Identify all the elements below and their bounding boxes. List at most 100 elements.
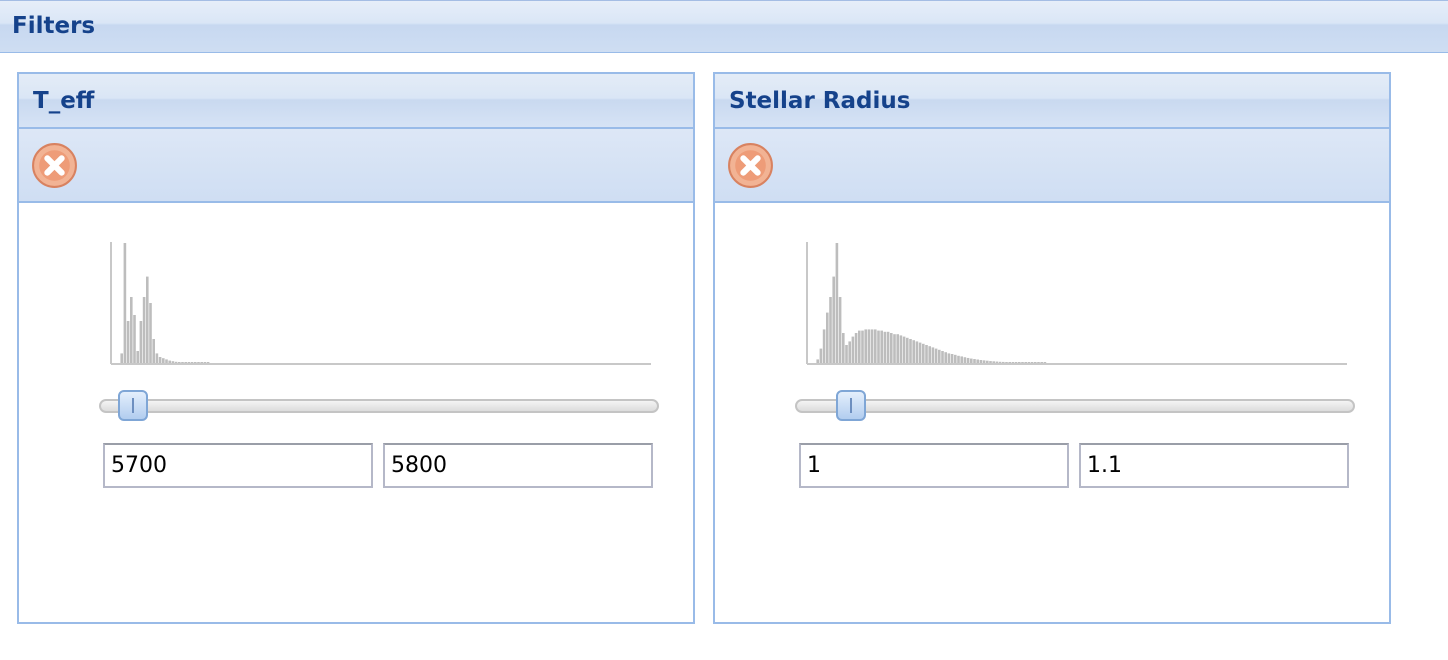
histogram-bar — [838, 297, 842, 363]
histogram-bar — [922, 343, 925, 363]
histogram-bar — [848, 341, 851, 363]
histogram-bar — [912, 340, 915, 363]
histogram-bar — [915, 341, 919, 363]
histogram-bar — [925, 345, 928, 363]
histogram-bar — [181, 362, 184, 363]
histogram-bar — [867, 329, 871, 363]
histogram-bar — [883, 331, 887, 363]
remove-circle-x-icon[interactable] — [30, 141, 79, 190]
histogram-bar — [819, 348, 823, 363]
histogram-bar — [864, 329, 867, 363]
histogram-chart — [110, 242, 651, 365]
max-value-input[interactable] — [383, 443, 653, 488]
histogram-bar — [816, 359, 819, 363]
histogram-bar — [995, 361, 999, 363]
histogram-bar — [899, 335, 903, 363]
histogram-bar — [1005, 362, 1008, 363]
histogram-bar — [880, 330, 883, 363]
histogram-bar — [918, 342, 922, 363]
histogram-bar — [960, 356, 963, 363]
histogram-bar — [902, 336, 906, 363]
histogram-bar — [832, 276, 835, 363]
histogram-bar — [870, 329, 874, 363]
range-slider-thumb[interactable] — [836, 390, 866, 421]
histogram-bar — [206, 362, 210, 363]
histogram-bar — [854, 333, 858, 363]
histogram-bar — [973, 359, 976, 363]
histogram-bar — [963, 357, 967, 363]
histogram-bar — [1024, 362, 1027, 363]
histogram-bar — [909, 339, 912, 363]
panel-header: T_eff — [19, 74, 693, 129]
histogram-bar — [861, 330, 864, 363]
histogram-bar — [950, 354, 954, 363]
histogram-bar — [133, 315, 136, 363]
filters-title: Filters — [12, 13, 96, 39]
histogram-bar — [822, 329, 826, 363]
histogram-bar — [1037, 362, 1040, 363]
panel-header: Stellar Radius — [715, 74, 1389, 129]
histogram-bar — [139, 321, 143, 363]
histogram-bar — [970, 358, 973, 363]
histogram-bar — [165, 359, 168, 363]
max-value-input[interactable] — [1079, 443, 1349, 488]
histogram-bar — [162, 358, 165, 363]
range-slider-thumb[interactable] — [117, 390, 148, 421]
histogram-bar — [829, 297, 832, 363]
range-slider-track[interactable] — [99, 399, 659, 413]
histogram-bar — [158, 357, 162, 363]
histogram-bar — [142, 297, 146, 363]
histogram-bar — [1018, 362, 1021, 363]
histogram-bar — [992, 361, 995, 363]
min-value-input[interactable] — [799, 443, 1069, 488]
histogram-bar — [194, 362, 197, 363]
histogram-bar — [1043, 362, 1047, 363]
histogram-bar — [928, 346, 931, 363]
histogram-bar — [190, 362, 194, 363]
histogram-bar — [1014, 362, 1018, 363]
histogram-bar — [998, 361, 1002, 363]
histogram-bars — [120, 243, 210, 363]
histogram-bar — [989, 361, 992, 363]
histogram-bar — [1011, 362, 1015, 363]
histogram-bar — [178, 362, 181, 363]
histogram-bar — [906, 337, 909, 363]
histogram-bar — [1027, 362, 1031, 363]
histogram-bar — [1008, 362, 1011, 363]
filter-panel-teff: T_eff — [17, 72, 695, 624]
range-slider-track[interactable] — [795, 399, 1355, 413]
histogram-bar — [979, 360, 983, 363]
histogram-bar — [1030, 362, 1034, 363]
panel-toolbar — [715, 129, 1389, 203]
histogram-bar — [1034, 362, 1037, 363]
histogram-bar — [982, 360, 986, 363]
histogram-bar — [886, 331, 890, 363]
histogram-bar — [1002, 361, 1005, 363]
histogram-bar — [931, 347, 935, 363]
min-value-input[interactable] — [103, 443, 373, 488]
histogram-bar — [146, 276, 149, 363]
histogram-bar — [845, 345, 848, 363]
histogram-bar — [136, 351, 139, 363]
remove-circle-x-icon[interactable] — [726, 141, 775, 190]
filters-header: Filters — [0, 0, 1448, 53]
histogram-chart — [806, 242, 1347, 365]
histogram-bar — [896, 334, 899, 363]
histogram-bar — [858, 330, 861, 363]
histogram-bar — [893, 334, 896, 363]
histogram-bar — [986, 360, 989, 363]
histogram-bar — [126, 321, 130, 363]
histogram-bar — [944, 352, 947, 363]
panel-toolbar — [19, 129, 693, 203]
histogram-bar — [187, 362, 191, 363]
histogram-bar — [130, 297, 133, 363]
histogram-bar — [1021, 362, 1024, 363]
histogram-bar — [842, 333, 845, 363]
histogram-bars — [816, 243, 1047, 363]
histogram-bar — [947, 353, 951, 363]
histogram-bar — [877, 330, 880, 363]
histogram-bar — [941, 351, 944, 363]
histogram-bar — [954, 354, 957, 363]
histogram-bar — [197, 362, 200, 363]
histogram-bar — [934, 348, 938, 363]
